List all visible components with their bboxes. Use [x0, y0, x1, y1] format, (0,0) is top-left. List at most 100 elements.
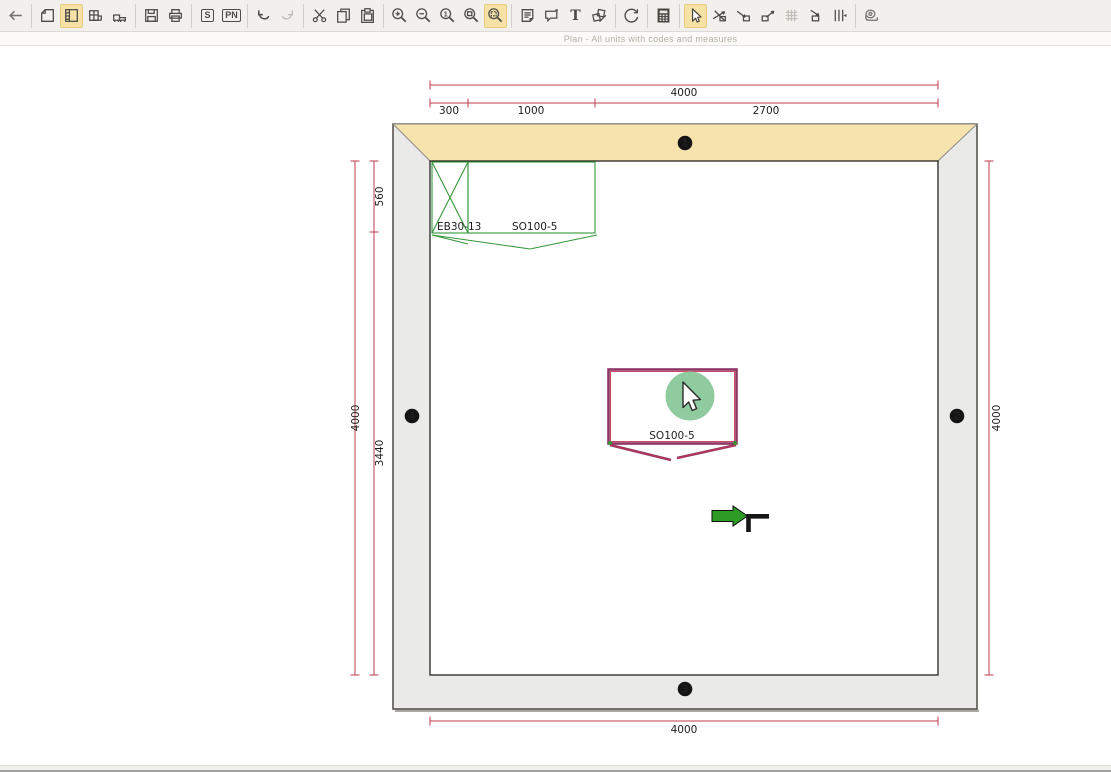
text-tool-label: T: [570, 9, 580, 23]
dim-top-seg-2700: 2700: [753, 105, 780, 117]
plan-view-button[interactable]: [60, 4, 83, 28]
unit-arrows-button-2[interactable]: [732, 4, 755, 28]
redo-icon: [278, 6, 297, 25]
zoom-window-button[interactable]: [484, 4, 507, 28]
dim-left-seg-3440: 3440: [374, 440, 386, 467]
undo-icon: [254, 6, 273, 25]
grid-icon: [782, 6, 801, 25]
zoom-actual-icon: 1: [438, 6, 457, 25]
undo-button[interactable]: [252, 4, 275, 28]
unit-arrow-out-icon: [758, 6, 777, 25]
zoom-extents-button[interactable]: [460, 4, 483, 28]
tape-measure-icon: [862, 6, 881, 25]
s-label: S: [201, 9, 213, 22]
separator: [855, 4, 856, 28]
save-button[interactable]: [140, 4, 163, 28]
unit-arrows-button-3[interactable]: [756, 4, 779, 28]
dim-right-total: 4000: [991, 405, 1003, 432]
zoom-window-icon: [486, 6, 505, 25]
dim-top-seg-300: 300: [439, 105, 459, 117]
dim-bottom-total: 4000: [671, 724, 698, 736]
separator: [615, 4, 616, 28]
zoom-out-button[interactable]: [412, 4, 435, 28]
wall-badge-2: 2: [953, 411, 960, 423]
elevation-view-icon: [86, 6, 105, 25]
wall-badge-4: 4: [408, 411, 415, 423]
dim-top-seg-1000: 1000: [518, 105, 545, 117]
print-button[interactable]: [164, 4, 187, 28]
cursor-icon: [686, 6, 705, 25]
unit-arrow-strike-icon: [710, 6, 729, 25]
wall-badge-1: 1: [681, 138, 688, 150]
save-icon: [142, 6, 161, 25]
zoom-in-icon: [390, 6, 409, 25]
wall-badge-3: 3: [681, 684, 688, 696]
separator: [247, 4, 248, 28]
note-icon: [518, 6, 537, 25]
separator: [31, 4, 32, 28]
unit-label-so100-5-selected: SO100-5: [649, 430, 694, 442]
pn-button[interactable]: PN: [220, 4, 243, 28]
dim-left-total: 4000: [350, 405, 362, 432]
copy-icon: [334, 6, 353, 25]
plan-view-icon: [62, 6, 81, 25]
palette-icon: [590, 6, 609, 25]
printer-icon: [166, 6, 185, 25]
unit-arrows-button-1[interactable]: [708, 4, 731, 28]
copy-button[interactable]: [332, 4, 355, 28]
arrow-left-icon: [6, 6, 25, 25]
separator: [191, 4, 192, 28]
note-button[interactable]: [516, 4, 539, 28]
scissors-icon: [310, 6, 329, 25]
separator: [135, 4, 136, 28]
handle-dot: [608, 441, 612, 445]
view-title: Plan - All units with codes and measures: [564, 34, 738, 44]
s-button[interactable]: S: [196, 4, 219, 28]
separator: [511, 4, 512, 28]
main-toolbar: S PN 1 T: [0, 0, 1111, 32]
select-button[interactable]: [684, 4, 707, 28]
separator: [679, 4, 680, 28]
redo-button[interactable]: [276, 4, 299, 28]
plan-canvas[interactable]: 4000 300 1000 2700 4000 560 3440 4000 40…: [0, 46, 1111, 765]
unit-arrow-in-icon: [734, 6, 753, 25]
separator: [383, 4, 384, 28]
tape-measure-button[interactable]: [860, 4, 883, 28]
rotate-icon: [622, 6, 641, 25]
elevation-view-button[interactable]: [84, 4, 107, 28]
corner-view-button[interactable]: [108, 4, 131, 28]
svg-text:1: 1: [444, 10, 448, 19]
calculator-icon: [654, 6, 673, 25]
separator: [303, 4, 304, 28]
calculator-button[interactable]: [652, 4, 675, 28]
handle-dot: [733, 441, 737, 445]
paste-button[interactable]: [356, 4, 379, 28]
pn-label: PN: [222, 9, 241, 22]
text-button[interactable]: T: [564, 4, 587, 28]
zoom-out-icon: [414, 6, 433, 25]
zoom-in-button[interactable]: [388, 4, 411, 28]
zoom-extents-icon: [462, 6, 481, 25]
clipboard-icon: [358, 6, 377, 25]
view-title-bar: Plan - All units with codes and measures: [0, 32, 1111, 46]
unit-label-so100-5-wall: SO100-5: [512, 221, 557, 233]
rotate-button[interactable]: [620, 4, 643, 28]
comment-icon: [542, 6, 561, 25]
room-outline-icon: [38, 6, 57, 25]
cut-button[interactable]: [308, 4, 331, 28]
zoom-actual-button[interactable]: 1: [436, 4, 459, 28]
parallel-measure-button[interactable]: [828, 4, 851, 28]
grid-button[interactable]: [780, 4, 803, 28]
room-outline-button[interactable]: [36, 4, 59, 28]
dim-top-total: 4000: [671, 87, 698, 99]
drawing-area[interactable]: 4000 300 1000 2700 4000 560 3440 4000 40…: [0, 46, 1111, 765]
back-button[interactable]: [4, 4, 27, 28]
unit-arrow-box-icon: [806, 6, 825, 25]
palette-button[interactable]: [588, 4, 611, 28]
unit-arrows-button-4[interactable]: [804, 4, 827, 28]
unit-label-eb30-13: EB30-13: [437, 221, 481, 233]
dim-left-seg-560: 560: [374, 186, 386, 206]
comment-button[interactable]: [540, 4, 563, 28]
status-bar: [0, 765, 1111, 772]
corner-units-icon: [110, 6, 129, 25]
